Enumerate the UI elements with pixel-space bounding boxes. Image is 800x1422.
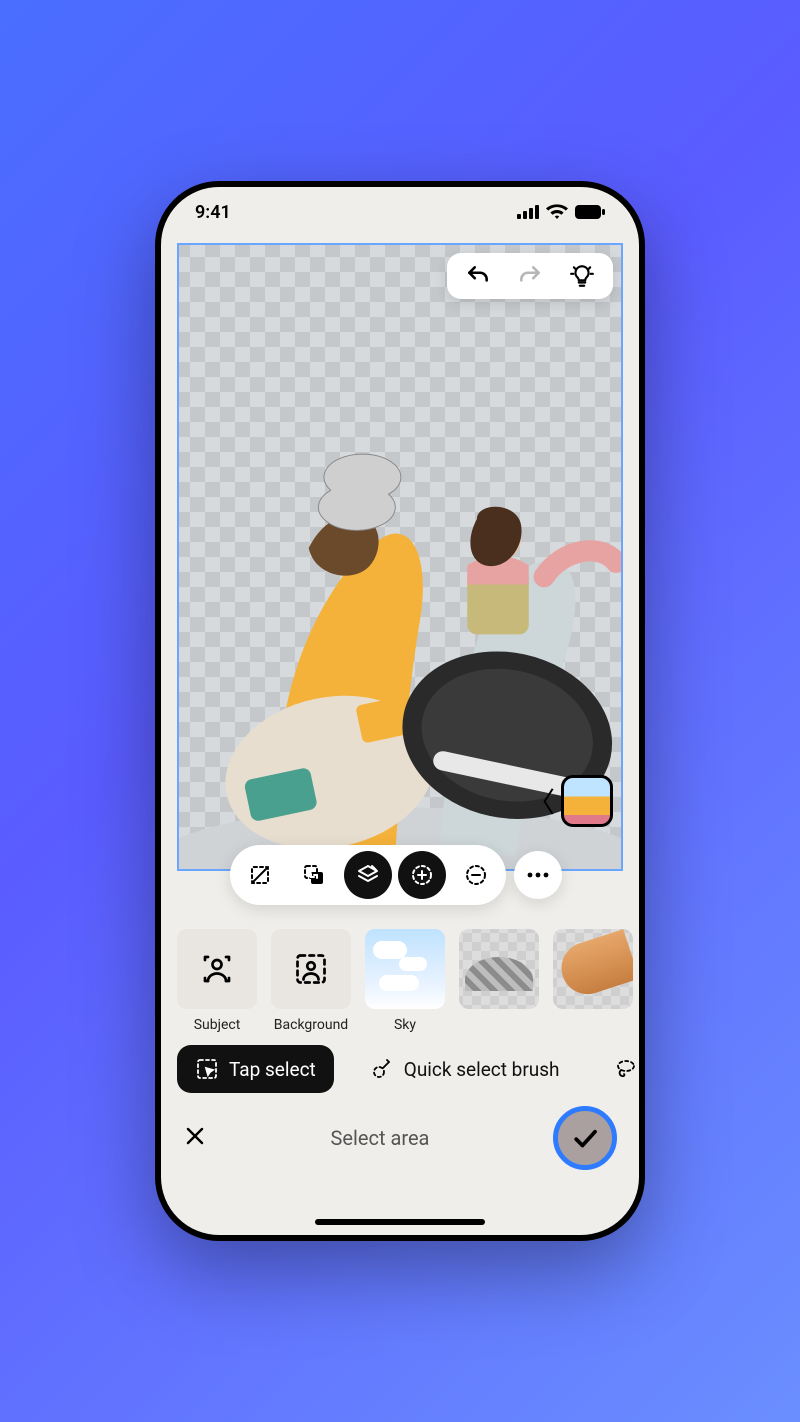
preset-subject[interactable]: Subject xyxy=(177,929,257,1033)
preset-object-2[interactable] xyxy=(553,929,633,1033)
history-toolbar xyxy=(447,253,613,299)
selection-presets: Subject Background Sky xyxy=(161,929,639,1033)
add-to-selection-button[interactable] xyxy=(398,851,446,899)
panel-title: Select area xyxy=(331,1126,430,1150)
mode-quick-select-brush[interactable]: Quick select brush xyxy=(352,1045,578,1093)
check-icon xyxy=(570,1123,600,1153)
mode-tap-select[interactable]: Tap select xyxy=(177,1045,334,1093)
battery-icon xyxy=(575,205,605,219)
undo-icon[interactable] xyxy=(465,263,491,289)
home-indicator xyxy=(315,1219,485,1225)
status-bar: 9:41 xyxy=(161,187,639,237)
quick-brush-icon xyxy=(370,1057,394,1081)
more-dots-icon xyxy=(527,872,549,878)
selection-action-row xyxy=(230,845,570,905)
subtract-from-selection-button[interactable] xyxy=(452,851,500,899)
mode-label: Tap select xyxy=(229,1058,316,1081)
subject-preset-icon xyxy=(199,951,235,987)
bottom-bar: Select area xyxy=(161,1103,639,1173)
preset-object-1[interactable] xyxy=(459,929,539,1033)
mode-label: Quick select brush xyxy=(404,1058,560,1081)
selection-modes: Tap select Quick select brush Lasso xyxy=(161,1045,639,1093)
status-time: 9:41 xyxy=(195,202,231,223)
tap-select-icon xyxy=(195,1057,219,1081)
invert-selection-button[interactable] xyxy=(290,851,338,899)
cellular-icon xyxy=(517,205,539,219)
preset-label: Sky xyxy=(394,1017,416,1033)
layers-button[interactable] xyxy=(344,851,392,899)
status-indicators xyxy=(517,204,605,220)
preset-label: Background xyxy=(274,1017,348,1033)
wifi-icon xyxy=(546,204,568,220)
hint-lightbulb-icon[interactable] xyxy=(569,263,595,289)
redo-icon[interactable] xyxy=(517,263,543,289)
close-icon xyxy=(183,1124,207,1148)
more-actions-button[interactable] xyxy=(514,851,562,899)
edit-canvas[interactable]: 〈 xyxy=(177,243,623,871)
confirm-button[interactable] xyxy=(553,1106,617,1170)
phone-frame: 9:41 xyxy=(155,181,645,1241)
background-preset-icon xyxy=(293,951,329,987)
deselect-button[interactable] xyxy=(236,851,284,899)
chevron-left-icon: 〈 xyxy=(527,781,555,821)
lasso-icon xyxy=(614,1057,638,1081)
preview-thumbnail[interactable] xyxy=(561,775,613,827)
preview-toggle[interactable]: 〈 xyxy=(527,775,613,827)
preset-background[interactable]: Background xyxy=(271,929,351,1033)
preset-label: Subject xyxy=(194,1017,241,1033)
mode-lasso[interactable]: Lasso xyxy=(596,1045,639,1093)
cancel-button[interactable] xyxy=(183,1122,207,1155)
preset-sky[interactable]: Sky xyxy=(365,929,445,1033)
